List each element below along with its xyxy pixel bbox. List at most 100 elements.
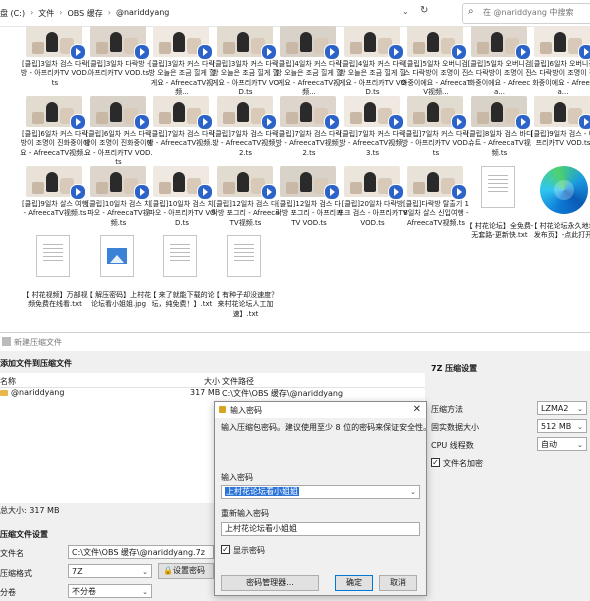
threads-select[interactable]: 自动 ⌄: [537, 437, 587, 451]
video-play-icon: [387, 184, 404, 200]
breadcrumb-separator-icon: ›: [107, 8, 111, 17]
video-play-icon: [70, 184, 86, 200]
search-input[interactable]: [483, 6, 585, 19]
edge-browser-icon: [540, 166, 588, 214]
file-name: [클립]7일차 커스 다락방 - 아프리카TV VOD.ts: [401, 130, 471, 157]
column-name[interactable]: 名称: [0, 376, 16, 387]
video-play-icon: [451, 184, 467, 200]
breadcrumb-files[interactable]: 文件: [38, 8, 54, 19]
file-name: [클립]4일차 커스 다락방 오늘은 조금 힐게 힐게요 - AfreecaTV…: [275, 60, 343, 96]
show-password-label: 显示密码: [233, 546, 265, 555]
video-play-icon: [260, 184, 277, 200]
set-password-button[interactable]: 🔒设置密码: [158, 563, 214, 579]
text-file-icon: [480, 166, 515, 208]
video-play-icon: [514, 44, 531, 60]
file-name: [클립]10일차 검스 치파오 - 아프리카TV VOD.ts: [148, 200, 216, 227]
file-name: [클립]3일차 커스 다락방 오늘은 조금 힐게 힐게요 - 아프리카TV VO…: [211, 60, 280, 96]
text-file-icon: [163, 235, 197, 277]
split-select[interactable]: 不分卷 ⌄: [68, 584, 152, 598]
show-password-checkbox[interactable]: ✓: [221, 545, 230, 554]
format-settings-panel: 7Z 压缩设置 压缩方法 LZMA2 ⌄ 固实数据大小 512 MB ⌄ CPU…: [425, 351, 590, 601]
search-box[interactable]: ⌕: [462, 3, 590, 24]
breadcrumb-current-folder[interactable]: @nariddyang: [116, 8, 169, 19]
chevron-down-icon[interactable]: ⌄: [410, 486, 416, 498]
archive-settings-header: 压缩文件设置: [0, 530, 48, 539]
dict-size-select[interactable]: 512 MB ⌄: [537, 419, 587, 433]
video-play-icon: [578, 44, 590, 60]
chevron-down-icon: ⌄: [577, 423, 583, 431]
split-value: 不分卷: [72, 587, 96, 596]
video-play-icon: [387, 44, 404, 60]
video-play-icon: [451, 114, 467, 130]
refresh-icon[interactable]: ↻: [420, 5, 428, 16]
method-value: LZMA2: [541, 404, 569, 413]
archive-title: 新建压缩文件: [14, 338, 62, 347]
search-icon: ⌕: [468, 6, 474, 17]
file-name: [클립]9일차 살스 여행 - AfreecaTV视频.ts: [22, 200, 88, 218]
file-list-row[interactable]: @nariddyang 317 MB C:\文件\OBS 缓存\@nariddy…: [0, 387, 425, 399]
column-path[interactable]: 文件路径: [222, 376, 254, 387]
video-play-icon: [387, 114, 404, 130]
enter-password-input[interactable]: 上村花论坛看小姐姐 ⌄: [221, 485, 420, 499]
format-select[interactable]: 7Z ⌄: [68, 564, 152, 578]
breadcrumb-drive[interactable]: 盘 (C:): [0, 8, 25, 19]
archive-app-icon: [2, 337, 11, 346]
file-name: 【 村花论坛】全免费-无套路-更新快.txt: [465, 222, 534, 240]
format-label: 压缩格式: [0, 569, 32, 578]
breadcrumb-obs-cache[interactable]: OBS 缓存: [67, 8, 102, 19]
split-label: 分卷: [0, 588, 16, 597]
password-dialog-title: 输入密码: [230, 406, 262, 415]
video-play-icon: [578, 114, 590, 130]
file-name: [클립]8일차 검스 바디슈트 - AfreecaTV视频.ts: [466, 130, 533, 157]
video-play-icon: [133, 44, 150, 60]
ok-button[interactable]: 确定: [335, 575, 373, 591]
row-size: 317 MB: [190, 388, 221, 397]
file-name: 【 来了就能下载的论坛，纯免费！】.txt: [149, 291, 215, 309]
address-bar[interactable]: 盘 (C:) › 文件 › OBS 缓存 › @nariddyang ⌄ ↻ ⌕: [0, 0, 590, 27]
filename-input[interactable]: C:\文件\OBS 缓存\@nariddyang.7z: [68, 545, 214, 559]
enter-password-value: 上村花论坛看小姐姐: [225, 487, 299, 496]
video-play-icon: [70, 114, 86, 130]
password-dialog: 输入密码 ✕ 输入压缩包密码。建议使用至少 8 位的密码来保证安全性。 输入密码…: [214, 401, 431, 596]
filename-label: 文件名: [0, 549, 24, 558]
file-name: [클립]6일차 커스 다락방이 조명이 진화중이에요 - AfreecaTV视频…: [20, 130, 90, 157]
file-name: [클립]3일차 검스 다락방 - 아프리카TV VOD.ts: [20, 60, 90, 87]
video-play-icon: [260, 114, 277, 130]
file-name: [클립]3일차 다락방 - 아프리카TV VOD.ts: [87, 60, 150, 78]
add-files-header: 添加文件到压缩文件: [0, 359, 72, 368]
reenter-password-input[interactable]: 上村花论坛看小姐姐: [221, 522, 420, 536]
breadcrumb: 盘 (C:) › 文件 › OBS 缓存 › @nariddyang: [0, 8, 169, 19]
cancel-button[interactable]: 取消: [379, 575, 417, 591]
folder-icon: [0, 390, 8, 396]
row-name-cell: @nariddyang: [0, 388, 64, 397]
password-hint: 输入压缩包密码。建议使用至少 8 位的密码来保证安全性。: [221, 423, 432, 432]
method-select[interactable]: LZMA2 ⌄: [537, 401, 587, 415]
file-name: 【 有种子却没速度？来村花论坛人工加速】.txt: [212, 291, 279, 318]
video-play-icon: [324, 184, 340, 200]
file-name: [클립]7일차 검스 다락방 - AfreecaTV视频...: [147, 130, 217, 148]
close-icon[interactable]: ✕: [413, 404, 421, 415]
breadcrumb-separator-icon: ›: [30, 8, 34, 17]
archive-title-bar: 新建压缩文件: [0, 333, 590, 351]
video-play-icon: [197, 114, 213, 130]
video-play-icon: [324, 44, 340, 60]
file-name: [클립]12일차 검스 다락방 포그리 - AfreecaTV视频.ts: [211, 200, 280, 227]
file-name: 【 解压密码】上村花论坛看小姐姐.jpg: [85, 291, 152, 309]
file-name: [클립]10일차 검스 치파오 - AfreecaTV视频.ts: [86, 200, 151, 227]
chevron-down-icon: ⌄: [142, 588, 148, 596]
file-list-header: 名称 大小 文件路径: [0, 373, 425, 388]
column-size[interactable]: 大小: [204, 376, 220, 387]
address-history-chevron-icon[interactable]: ⌄: [402, 7, 409, 16]
video-play-icon: [451, 44, 467, 60]
encrypt-filenames-checkbox[interactable]: ✓: [431, 458, 440, 467]
video-play-icon: [260, 44, 277, 60]
breadcrumb-separator-icon: ›: [59, 8, 63, 17]
video-play-icon: [514, 114, 531, 130]
text-file-icon: [226, 235, 261, 277]
file-name: [클립]5일차 오버니검스 다락방이 조명이 진화중이에요 - AfreecaT…: [401, 60, 471, 96]
password-manager-button[interactable]: 密码管理器...: [221, 575, 319, 591]
file-name: [클립]6일차 커스 다락방이 조명이 진화중이에요 - 아프리카TV VOD.…: [84, 130, 153, 166]
file-name: [클립]9일차 검스 - 아프리카TV VOD.ts: [530, 130, 590, 148]
file-explorer-window: 盘 (C:) › 文件 › OBS 缓存 › @nariddyang ⌄ ↻ ⌕…: [0, 0, 590, 338]
threads-label: CPU 线程数: [431, 441, 474, 450]
